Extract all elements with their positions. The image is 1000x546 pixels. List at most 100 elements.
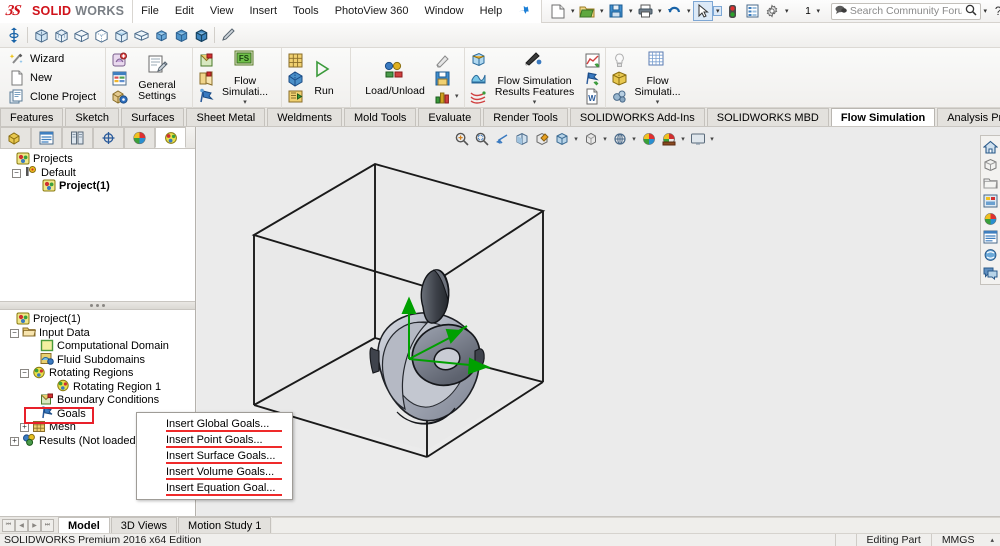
- fan-icon[interactable]: [198, 70, 214, 86]
- expander-rotating-regions[interactable]: −: [20, 369, 29, 379]
- custom-properties-icon[interactable]: [982, 228, 1000, 246]
- help-button[interactable]: ?: [990, 4, 1000, 18]
- surface-plot-icon[interactable]: [470, 70, 486, 86]
- ribbon-results-features-button[interactable]: Flow Simulation Results Features ▾: [486, 48, 584, 108]
- bottom-tab-model[interactable]: Model: [58, 517, 110, 533]
- configuration-manager-tab[interactable]: [62, 127, 93, 148]
- options-caret[interactable]: ▾: [782, 7, 791, 15]
- menu-insert-point-goals[interactable]: Insert Point Goals...: [137, 432, 292, 448]
- display-flowsim-caret[interactable]: ▾: [656, 98, 660, 106]
- tree-node-project-1[interactable]: Project(1): [4, 179, 195, 194]
- ribbon-new-button[interactable]: New: [5, 69, 100, 87]
- expander-mesh[interactable]: +: [20, 423, 29, 433]
- view-palette-icon[interactable]: [982, 192, 1000, 210]
- menu-insert-global-goals[interactable]: Insert Global Goals...: [137, 416, 292, 432]
- isometric-view-icon[interactable]: [31, 25, 51, 45]
- save-icon[interactable]: [606, 1, 626, 21]
- shaded-cube-icon[interactable]: [171, 25, 191, 45]
- options-gear-icon[interactable]: [762, 1, 782, 21]
- add-fluid-icon[interactable]: [111, 52, 128, 68]
- graphics-viewport[interactable]: ▾ ▾ ▾ ▾ ▾: [197, 127, 1000, 516]
- shaded-sphere-icon[interactable]: [151, 25, 171, 45]
- boundary-condition-icon[interactable]: [198, 52, 214, 68]
- open-document-caret[interactable]: ▾: [597, 7, 606, 15]
- tab-sheet-metal[interactable]: Sheet Metal: [186, 108, 266, 126]
- ribbon-load-unload-button[interactable]: Load/Unload: [356, 58, 434, 99]
- feedback-icon[interactable]: [982, 264, 1000, 282]
- menu-file[interactable]: File: [133, 2, 167, 20]
- menu-insert-equation-goal[interactable]: Insert Equation Goal...: [137, 480, 292, 496]
- undo-caret[interactable]: ▾: [684, 7, 693, 15]
- tab-weldments[interactable]: Weldments: [267, 108, 343, 126]
- flow-simulation-tab[interactable]: [155, 127, 186, 148]
- save-results-icon[interactable]: [434, 70, 450, 86]
- menu-insert[interactable]: Insert: [241, 2, 285, 20]
- menu-edit[interactable]: Edit: [167, 2, 202, 20]
- tab-surfaces[interactable]: Surfaces: [121, 108, 185, 126]
- engineering-database-icon[interactable]: [111, 70, 127, 86]
- tab-analysis-preparation[interactable]: Analysis Preparation: [937, 108, 1000, 126]
- tab-flow-simulation[interactable]: Flow Simulation: [830, 108, 936, 126]
- xy-plot-icon[interactable]: [584, 52, 600, 68]
- ribbon-flow-simulation-button[interactable]: FS Flow Simulati... ▾: [214, 48, 276, 108]
- search-caret[interactable]: ▾: [981, 7, 990, 15]
- tab-mold-tools[interactable]: Mold Tools: [344, 108, 417, 126]
- mesh-grid-icon[interactable]: [287, 52, 303, 68]
- print-icon[interactable]: [635, 1, 655, 21]
- goals-flag-icon[interactable]: [198, 88, 214, 104]
- top-view-icon[interactable]: [111, 25, 131, 45]
- menu-help[interactable]: Help: [472, 2, 511, 20]
- save-caret[interactable]: ▾: [626, 7, 635, 15]
- solidworks-forum-icon[interactable]: [982, 246, 1000, 264]
- menu-window[interactable]: Window: [417, 2, 472, 20]
- dimetric-view-icon[interactable]: [71, 25, 91, 45]
- tree-node-computational-domain[interactable]: Computational Domain: [4, 339, 195, 354]
- select-arrow-icon[interactable]: [693, 1, 714, 21]
- expander-input-data[interactable]: −: [10, 328, 19, 338]
- origin-icon[interactable]: [4, 25, 24, 45]
- menu-insert-surface-goals[interactable]: Insert Surface Goals...: [137, 448, 292, 464]
- configuration-caret[interactable]: ▾: [814, 7, 823, 15]
- front-view-icon[interactable]: [91, 25, 111, 45]
- model-scene[interactable]: [197, 127, 1000, 516]
- display-manager-tab[interactable]: [124, 127, 155, 148]
- ribbon-display-flowsim-button[interactable]: Flow Simulati... ▾: [627, 48, 689, 108]
- tab-solidworks-mbd[interactable]: SOLIDWORKS MBD: [706, 108, 829, 126]
- appearance-brush-icon[interactable]: [218, 25, 238, 45]
- new-document-icon[interactable]: [548, 1, 568, 21]
- menu-insert-volume-goals[interactable]: Insert Volume Goals...: [137, 464, 292, 480]
- lightbulb-icon[interactable]: [611, 52, 627, 68]
- rebuild-icon[interactable]: [722, 1, 742, 21]
- tree-node-rotating-region-1[interactable]: Rotating Region 1: [4, 380, 195, 395]
- undo-icon[interactable]: [664, 1, 684, 21]
- right-view-icon[interactable]: [131, 25, 151, 45]
- tab-sketch[interactable]: Sketch: [65, 108, 120, 126]
- home-icon[interactable]: [982, 138, 1000, 156]
- appearances-scenes-icon[interactable]: [982, 210, 1000, 228]
- expander-default[interactable]: −: [12, 168, 21, 178]
- bottom-tab-motion-study-1[interactable]: Motion Study 1: [178, 517, 272, 533]
- tree-node-rotating-regions[interactable]: − Rotating Regions: [4, 366, 195, 381]
- property-manager-tab[interactable]: [31, 127, 62, 148]
- tab-render-tools[interactable]: Render Tools: [483, 108, 568, 126]
- pushpin-icon[interactable]: [509, 0, 539, 24]
- tools-gear-icon[interactable]: [611, 88, 627, 104]
- tab-features[interactable]: Features: [0, 108, 64, 126]
- solve-icon[interactable]: [287, 70, 303, 87]
- panel-splitter[interactable]: [0, 301, 195, 310]
- expander-results[interactable]: +: [10, 436, 19, 446]
- menu-photoview360[interactable]: PhotoView 360: [327, 2, 417, 20]
- new-document-caret[interactable]: ▾: [568, 7, 577, 15]
- file-properties-icon[interactable]: [742, 1, 762, 21]
- ribbon-report-button[interactable]: ▾: [434, 88, 459, 104]
- next-tab-button[interactable]: ▶: [28, 518, 41, 532]
- results-features-caret[interactable]: ▾: [533, 98, 537, 106]
- report-caret[interactable]: ▾: [455, 92, 459, 100]
- print-caret[interactable]: ▾: [655, 7, 664, 15]
- tree-node-default[interactable]: − Default: [4, 166, 195, 181]
- search-input[interactable]: Search Community Forum: [830, 2, 981, 20]
- shaded-with-edges-icon[interactable]: [191, 25, 211, 45]
- flow-trajectories-icon[interactable]: [470, 88, 486, 104]
- status-units[interactable]: MMGS: [930, 533, 985, 546]
- first-tab-button[interactable]: ⏮: [2, 518, 15, 532]
